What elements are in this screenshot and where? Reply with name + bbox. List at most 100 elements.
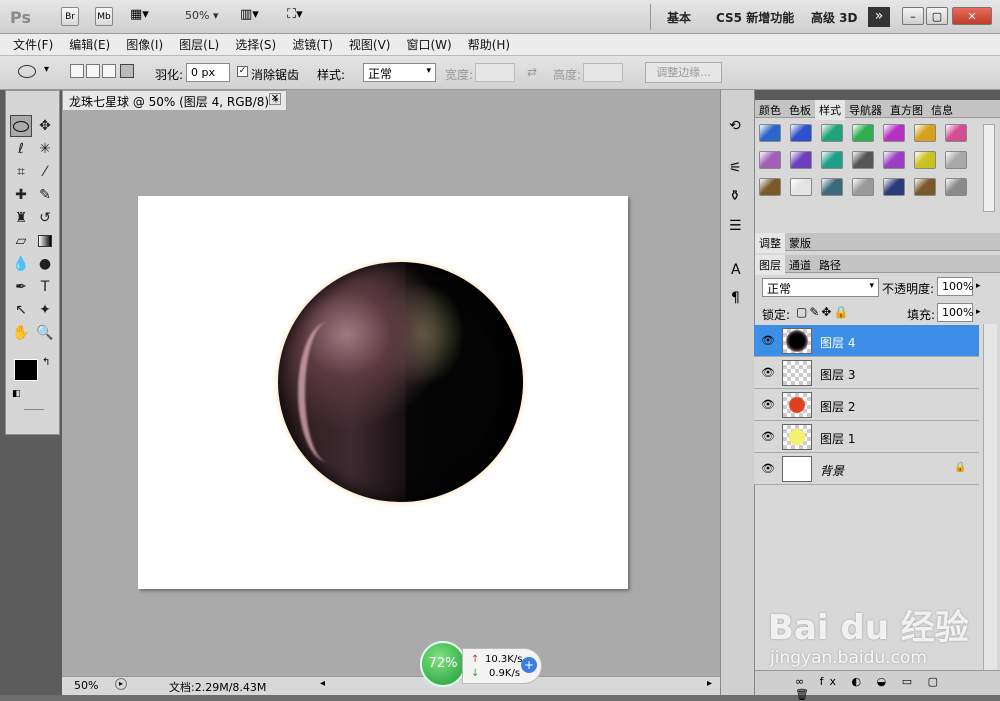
dodge-tool-icon[interactable]: ● — [34, 253, 56, 275]
menu-view[interactable]: 视图(V) — [349, 36, 391, 53]
menu-file[interactable]: 文件(F) — [13, 36, 53, 53]
layer-row[interactable]: 👁 图层 4 — [754, 325, 979, 357]
style-swatch[interactable] — [945, 151, 967, 169]
blend-mode-select[interactable]: 正常 ▾ — [762, 278, 879, 297]
layers-scrollbar[interactable] — [983, 324, 997, 674]
style-swatch[interactable] — [759, 124, 781, 142]
style-swatch[interactable] — [790, 178, 812, 196]
style-swatch[interactable] — [945, 178, 967, 196]
eraser-tool-icon[interactable]: ▱ — [10, 230, 32, 252]
network-monitor-widget[interactable]: 72% — [420, 641, 466, 687]
workspace-advanced-3d[interactable]: 高级 3D — [811, 9, 858, 26]
move-tool-icon[interactable]: ✥ — [34, 115, 56, 137]
visibility-eye-icon[interactable]: 👁 — [761, 462, 775, 475]
history-panel-icon[interactable]: ⟲ — [729, 118, 741, 134]
bridge-button[interactable]: Br — [61, 7, 79, 26]
visibility-eye-icon[interactable]: 👁 — [761, 334, 775, 347]
add-to-selection-icon[interactable] — [86, 64, 100, 78]
opacity-slider-icon[interactable]: ▸ — [976, 281, 981, 291]
style-select[interactable]: 正常 ▾ — [363, 63, 436, 82]
default-colors-icon[interactable]: ◧ — [12, 389, 21, 399]
brush-presets-icon[interactable]: ⚟ — [729, 160, 742, 176]
close-icon[interactable]: ✕ — [952, 7, 992, 25]
preset-dropdown-icon[interactable]: ▾ — [44, 64, 49, 75]
styles-scrollbar[interactable] — [983, 124, 995, 212]
style-swatch[interactable] — [759, 151, 781, 169]
paragraph-panel-icon[interactable]: ¶ — [731, 290, 740, 306]
style-swatch[interactable] — [759, 178, 781, 196]
menu-edit[interactable]: 编辑(E) — [69, 36, 110, 53]
style-swatch[interactable] — [790, 151, 812, 169]
zoom-level-dropdown[interactable]: 50% ▾ — [185, 9, 218, 22]
layer-row[interactable]: 👁 图层 3 — [754, 357, 979, 389]
style-swatch[interactable] — [883, 178, 905, 196]
tab-paths[interactable]: 路径 — [815, 255, 845, 275]
pen-tool-icon[interactable]: ✒ — [10, 276, 32, 298]
style-swatch[interactable] — [852, 178, 874, 196]
crop-tool-icon[interactable]: ⌗ — [10, 161, 32, 183]
tab-layers[interactable]: 图层 — [755, 255, 785, 275]
elliptical-marquee-preset-icon[interactable] — [18, 65, 36, 78]
style-swatch[interactable] — [883, 124, 905, 142]
menu-image[interactable]: 图像(I) — [126, 36, 163, 53]
menu-help[interactable]: 帮助(H) — [468, 36, 510, 53]
fill-input[interactable]: 100% — [937, 303, 973, 322]
feather-input[interactable]: 0 px — [186, 63, 230, 82]
antialias-checkbox[interactable]: ✓ — [237, 66, 248, 77]
style-swatch[interactable] — [821, 151, 843, 169]
layer-row[interactable]: 👁 图层 1 — [754, 421, 979, 453]
elliptical-marquee-tool-icon[interactable] — [10, 115, 32, 137]
tab-masks[interactable]: 蒙版 — [785, 233, 815, 253]
menu-filter[interactable]: 滤镜(T) — [292, 36, 333, 53]
layer-row[interactable]: 👁 图层 2 — [754, 389, 979, 421]
tab-histogram[interactable]: 直方图 — [886, 100, 927, 120]
screen-mode-button[interactable]: ⛶▾ — [287, 7, 303, 22]
tab-channels[interactable]: 通道 — [785, 255, 815, 275]
custom-shape-tool-icon[interactable]: ✦ — [34, 299, 56, 321]
new-selection-icon[interactable] — [70, 64, 84, 78]
subtract-from-selection-icon[interactable] — [102, 64, 116, 78]
clone-source-icon[interactable]: ⚱ — [729, 188, 741, 204]
swap-colors-icon[interactable]: ↰ — [42, 357, 50, 368]
status-menu-icon[interactable]: ▸ — [115, 678, 127, 690]
add-icon[interactable]: + — [521, 657, 537, 673]
document-tab[interactable]: 龙珠七星球 @ 50% (图层 4, RGB/8) * ✕ — [62, 90, 287, 110]
tab-color[interactable]: 颜色 — [755, 100, 785, 120]
style-swatch[interactable] — [852, 124, 874, 142]
workspace-essentials[interactable]: 基本 — [667, 9, 691, 26]
history-brush-tool-icon[interactable]: ↺ — [34, 207, 56, 229]
tab-navigator[interactable]: 导航器 — [845, 100, 886, 120]
style-swatch[interactable] — [914, 178, 936, 196]
lasso-tool-icon[interactable]: ℓ — [10, 138, 32, 160]
eyedropper-tool-icon[interactable]: ⁄ — [34, 161, 56, 183]
tab-swatches[interactable]: 色板 — [785, 100, 815, 120]
maximize-icon[interactable]: ▢ — [926, 7, 948, 25]
gradient-tool-icon[interactable] — [34, 230, 56, 252]
opacity-input[interactable]: 100% — [937, 277, 973, 296]
menu-select[interactable]: 选择(S) — [235, 36, 276, 53]
style-swatch[interactable] — [852, 151, 874, 169]
character-panel-icon[interactable]: A — [731, 262, 741, 278]
tab-styles[interactable]: 样式 — [815, 100, 845, 120]
quick-mask-icon[interactable] — [24, 409, 44, 410]
menu-window[interactable]: 窗口(W) — [406, 36, 451, 53]
path-selection-tool-icon[interactable]: ↖ — [10, 299, 32, 321]
tab-info[interactable]: 信息 — [927, 100, 957, 120]
zoom-tool-icon[interactable]: 🔍 — [34, 322, 56, 344]
fill-slider-icon[interactable]: ▸ — [976, 307, 981, 317]
style-swatch[interactable] — [914, 124, 936, 142]
style-swatch[interactable] — [821, 124, 843, 142]
brush-tool-icon[interactable]: ✎ — [34, 184, 56, 206]
canvas[interactable] — [138, 196, 628, 589]
type-tool-icon[interactable]: T — [34, 276, 56, 298]
visibility-eye-icon[interactable]: 👁 — [761, 366, 775, 379]
refine-edge-button[interactable]: 调整边缘... — [645, 62, 722, 83]
style-swatch[interactable] — [945, 124, 967, 142]
style-swatch[interactable] — [914, 151, 936, 169]
hand-tool-icon[interactable]: ✋ — [10, 322, 32, 344]
visibility-eye-icon[interactable]: 👁 — [761, 398, 775, 411]
layers-footer-icons[interactable]: ∞ fx ◐ ◒ ▭ ▢ 🗑 — [755, 670, 1000, 701]
lock-options-icons[interactable]: ▢✎✥🔒 — [796, 305, 850, 319]
healing-brush-tool-icon[interactable]: ✚ — [10, 184, 32, 206]
arrange-documents-button[interactable]: ▥▾ — [240, 7, 259, 22]
